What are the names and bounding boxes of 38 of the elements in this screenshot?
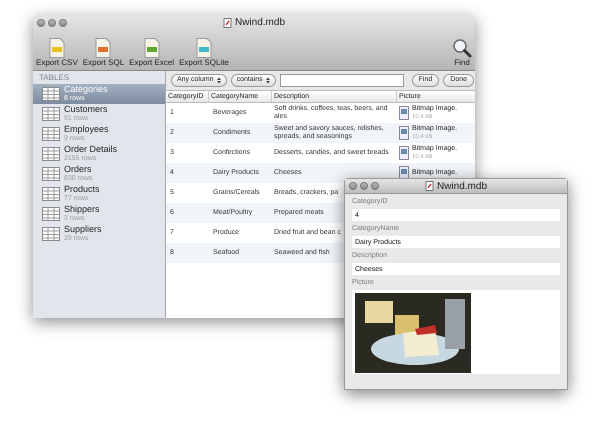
table-name: Shippers (64, 205, 100, 214)
document-icon (144, 38, 160, 58)
stepper-arrows-icon (216, 77, 221, 84)
document-icon (196, 38, 212, 58)
document-icon (424, 181, 434, 191)
search-field[interactable] (280, 74, 404, 87)
window-title: Nwind.mdb (436, 180, 488, 194)
table-name: Orders (64, 165, 92, 174)
table-icon (42, 207, 60, 221)
table-name: Customers (64, 105, 108, 114)
stepper-arrows-icon (266, 77, 270, 84)
table-icon (42, 107, 60, 121)
image-file-icon (399, 106, 409, 120)
image-file-icon (399, 166, 409, 180)
table-name: Suppliers (64, 225, 102, 234)
export-button[interactable]: Export Excel (129, 38, 174, 67)
table-icon (42, 147, 60, 161)
table-icon (42, 167, 60, 181)
document-icon (95, 38, 112, 58)
export-button[interactable]: Export CSV (36, 38, 78, 67)
section-heading: TABLES (38, 72, 70, 84)
table-name: Order Details (64, 145, 118, 154)
search-icon (452, 38, 472, 58)
document-icon (48, 38, 65, 58)
export-button[interactable]: Export SQL (82, 38, 124, 67)
image-file-icon (399, 146, 409, 160)
table-name: Employees (64, 125, 109, 134)
table-icon (42, 87, 60, 101)
table-icon (42, 127, 60, 141)
find-button[interactable]: Find (452, 38, 472, 67)
table-name: Products (64, 185, 100, 194)
table-icon (42, 187, 60, 201)
table-name: Categories (64, 85, 108, 94)
document-icon (222, 18, 232, 28)
window-title: Nwind.mdb (234, 16, 286, 30)
image-file-icon (399, 126, 409, 140)
export-button[interactable]: Export SQLite (179, 38, 229, 67)
table-icon (42, 227, 60, 241)
